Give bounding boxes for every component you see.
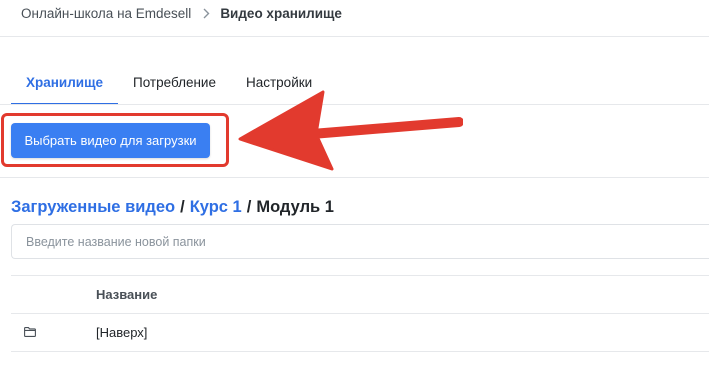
breadcrumb-link-school[interactable]: Онлайн-школа на Emdesell [21,6,191,21]
path-link-uploaded[interactable]: Загруженные видео [11,198,175,217]
select-video-upload-button[interactable]: Выбрать видео для загрузки [11,123,210,158]
path-current-module: Модуль 1 [256,197,334,216]
folder-icon [24,324,36,342]
path-separator: / [246,197,252,216]
tab-storage[interactable]: Хранилище [11,60,118,105]
path-link-course[interactable]: Курс 1 [190,198,242,217]
section-divider [0,177,709,178]
video-table: Название [Наверх] [11,275,709,352]
table-header-row: Название [11,275,709,313]
table-row[interactable]: [Наверх] [11,313,709,352]
breadcrumb: Онлайн-школа на Emdesell Видео хранилище [21,3,342,23]
storage-page: Онлайн-школа на Emdesell Видео хранилище… [0,0,709,376]
header-divider [0,36,709,37]
folder-up-link[interactable]: [Наверх] [96,325,147,340]
tab-consumption[interactable]: Потребление [118,60,231,104]
chevron-right-icon [203,8,210,19]
new-folder-input[interactable] [11,224,709,259]
column-header-name: Название [96,287,158,302]
breadcrumb-current: Видео хранилище [220,5,342,21]
folder-path: Загруженные видео / Курс 1 / Модуль 1 [11,195,334,219]
annotation-arrow-icon [238,90,463,171]
path-separator: / [180,197,185,216]
